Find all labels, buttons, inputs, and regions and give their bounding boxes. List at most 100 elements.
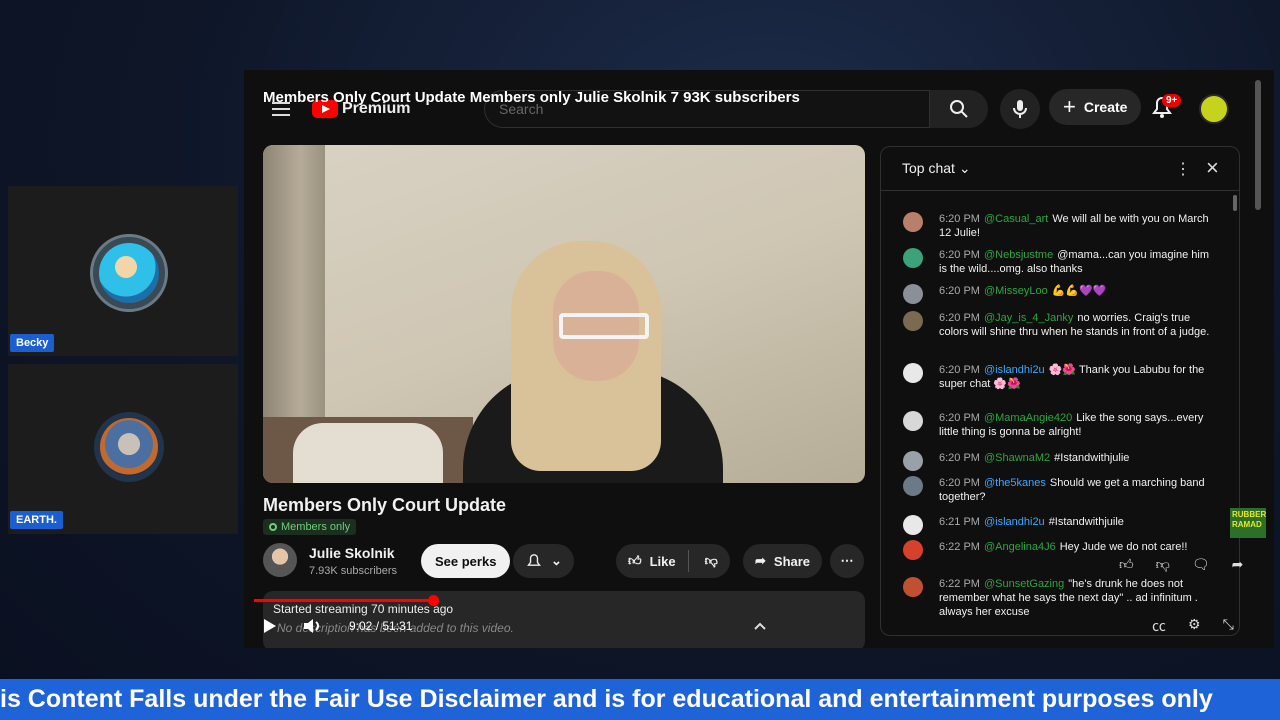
chat-message: 6:20 PM @Jay_is_4_Janky no worries. Craig'… bbox=[903, 311, 1213, 339]
chat-message: 6:20 PM @Casual_art We will all be with yo… bbox=[903, 212, 1213, 240]
chat-author-name[interactable]: @MamaAngie420 bbox=[984, 412, 1072, 424]
chat-author-name[interactable]: @ShawnaM2 bbox=[984, 452, 1050, 464]
channel-subscriber-count: 7.93K subscribers bbox=[309, 565, 398, 577]
share-icon: ➦ bbox=[755, 553, 766, 568]
video-title: Members Only Court Update bbox=[263, 495, 507, 515]
close-icon[interactable]: × bbox=[1206, 155, 1219, 181]
chat-message: 6:22 PM @Angelina4J6 Hey Jude we do not ca… bbox=[903, 540, 1213, 560]
top-chat-selector[interactable]: Top chat ⌄ bbox=[902, 160, 971, 177]
chat-timestamp: 6:22 PM bbox=[939, 578, 980, 590]
chat-author-name[interactable]: @Angelina4J6 bbox=[984, 541, 1056, 553]
chat-reaction-bar: 👍︎ 👎︎ 🗨︎ ➦ bbox=[1119, 556, 1243, 573]
volume-icon[interactable] bbox=[303, 618, 323, 634]
thumbs-down-icon[interactable]: 👎︎ bbox=[697, 553, 730, 569]
chat-timestamp: 6:22 PM bbox=[939, 541, 980, 553]
chat-timestamp: 6:20 PM bbox=[939, 285, 980, 297]
chat-author-name[interactable]: @Jay_is_4_Janky bbox=[984, 312, 1073, 324]
video-player[interactable] bbox=[263, 145, 865, 483]
search-button[interactable] bbox=[930, 90, 988, 128]
share-button[interactable]: ➦ Share bbox=[743, 544, 823, 578]
chat-author-avatar[interactable] bbox=[903, 411, 923, 431]
notification-count-badge: 9+ bbox=[1162, 94, 1182, 107]
chat-message-text: #Istandwithjuile bbox=[1048, 516, 1124, 528]
chat-author-name[interactable]: @SunsetGazing bbox=[984, 578, 1064, 590]
minimize-icon[interactable]: ⤡ bbox=[1223, 616, 1234, 636]
channel-name[interactable]: Julie Skolnik bbox=[309, 545, 395, 561]
plus-icon: + bbox=[1063, 94, 1076, 119]
chat-timestamp: 6:20 PM bbox=[939, 477, 980, 489]
thumbs-down-icon[interactable]: 👎︎ bbox=[1156, 556, 1170, 573]
youtube-window: Members Only Court Update Members only J… bbox=[244, 70, 1274, 648]
chat-message: 6:20 PM @the5kanes Should we get a marchin… bbox=[903, 476, 1213, 504]
ticker-text: is Content Falls under the Fair Use Disc… bbox=[0, 685, 1213, 713]
chat-author-avatar[interactable] bbox=[903, 311, 923, 331]
chat-message: 6:20 PM @islandhi2u 🌸🌺 Thank you Labubu fo… bbox=[903, 363, 1213, 391]
chat-author-avatar[interactable] bbox=[903, 212, 923, 232]
participant-avatar bbox=[94, 412, 164, 482]
see-perks-button[interactable]: See perks bbox=[421, 544, 511, 578]
like-label[interactable]: Like bbox=[650, 554, 676, 569]
share-icon[interactable]: ➦ bbox=[1232, 556, 1244, 573]
chat-timestamp: 6:20 PM bbox=[939, 249, 980, 261]
chat-author-avatar[interactable] bbox=[903, 515, 923, 535]
chat-message-text: #Istandwithjulie bbox=[1054, 452, 1130, 464]
chat-message: 6:20 PM @Nebsjustme @mama...can you imagin… bbox=[903, 248, 1213, 276]
search-icon bbox=[950, 100, 968, 118]
participant-name-tag: EARTH. bbox=[10, 511, 63, 529]
chat-message: 6:22 PM @SunsetGazing "he's drunk he does … bbox=[903, 577, 1213, 619]
chat-author-avatar[interactable] bbox=[903, 284, 923, 304]
playback-time: 9:02 / 51:31 bbox=[349, 619, 413, 633]
channel-avatar[interactable] bbox=[263, 543, 297, 577]
chat-message-text: 💪💪💜💜 bbox=[1051, 285, 1107, 297]
microphone-icon bbox=[1013, 100, 1027, 118]
disclaimer-ticker: is Content Falls under the Fair Use Disc… bbox=[0, 679, 1280, 720]
chat-author-name[interactable]: @islandhi2u bbox=[984, 364, 1045, 376]
thumbs-up-icon[interactable]: 👍︎ bbox=[628, 553, 642, 569]
chat-author-name[interactable]: @islandhi2u bbox=[984, 516, 1045, 528]
chat-message-text: Hey Jude we do not care!! bbox=[1059, 541, 1188, 553]
chat-author-avatar[interactable] bbox=[903, 540, 923, 560]
overlay-stream-title: Members Only Court Update Members only J… bbox=[263, 89, 800, 106]
chat-author-avatar[interactable] bbox=[903, 363, 923, 383]
participant-avatar bbox=[90, 234, 168, 312]
chat-author-name[interactable]: @Nebsjustme bbox=[984, 249, 1053, 261]
more-actions-button[interactable]: ⋯ bbox=[830, 544, 864, 578]
share-label: Share bbox=[773, 553, 811, 569]
chat-header: Top chat ⌄ ⋮ × bbox=[881, 147, 1239, 191]
chat-author-avatar[interactable] bbox=[903, 451, 923, 471]
chat-message: 6:20 PM @MisseyLoo 💪💪💜💜 bbox=[903, 284, 1213, 304]
user-avatar[interactable] bbox=[1199, 94, 1229, 124]
chat-timestamp: 6:20 PM bbox=[939, 412, 980, 424]
chat-message: 6:20 PM @MamaAngie420 Like the song says..… bbox=[903, 411, 1213, 439]
chat-scrollbar[interactable] bbox=[1233, 195, 1237, 211]
chat-timestamp: 6:20 PM bbox=[939, 213, 980, 225]
members-only-badge: Members only bbox=[263, 519, 357, 535]
channel-watermark-logo: RUBBER RAMAD bbox=[1230, 508, 1266, 538]
voice-search-button[interactable] bbox=[1000, 89, 1040, 129]
chat-timestamp: 6:20 PM bbox=[939, 364, 980, 376]
gear-icon[interactable]: ⚙︎ bbox=[1188, 616, 1201, 636]
captions-icon[interactable]: ㏄ bbox=[1152, 616, 1166, 636]
chat-timestamp: 6:21 PM bbox=[939, 516, 980, 528]
chat-more-icon[interactable]: ⋮ bbox=[1175, 159, 1191, 179]
player-settings-bar: ㏄ ⚙︎ ⤡ bbox=[1152, 616, 1234, 636]
chevron-down-icon: ⌄ bbox=[551, 553, 562, 568]
stream-started-text: Started streaming 70 minutes ago bbox=[273, 602, 454, 616]
chat-author-name[interactable]: @the5kanes bbox=[984, 477, 1046, 489]
notification-settings-button[interactable]: ⌄ bbox=[513, 544, 574, 578]
play-icon[interactable] bbox=[263, 618, 277, 634]
chat-author-avatar[interactable] bbox=[903, 248, 923, 268]
chat-author-avatar[interactable] bbox=[903, 476, 923, 496]
page-scrollbar[interactable] bbox=[1255, 80, 1261, 210]
chat-author-name[interactable]: @Casual_art bbox=[984, 213, 1048, 225]
like-dislike-group: 👍︎ Like 👎︎ bbox=[616, 544, 730, 578]
create-button[interactable]: + Create bbox=[1049, 89, 1142, 125]
chat-author-avatar[interactable] bbox=[903, 577, 923, 597]
thumbs-up-icon[interactable]: 👍︎ bbox=[1119, 556, 1134, 573]
create-label: Create bbox=[1083, 99, 1128, 115]
chat-author-name[interactable]: @MisseyLoo bbox=[984, 285, 1048, 297]
bell-icon bbox=[527, 554, 541, 566]
chat-timestamp: 6:20 PM bbox=[939, 312, 980, 324]
chevron-up-icon[interactable] bbox=[752, 618, 768, 634]
chat-icon[interactable]: 🗨︎ bbox=[1192, 556, 1210, 573]
